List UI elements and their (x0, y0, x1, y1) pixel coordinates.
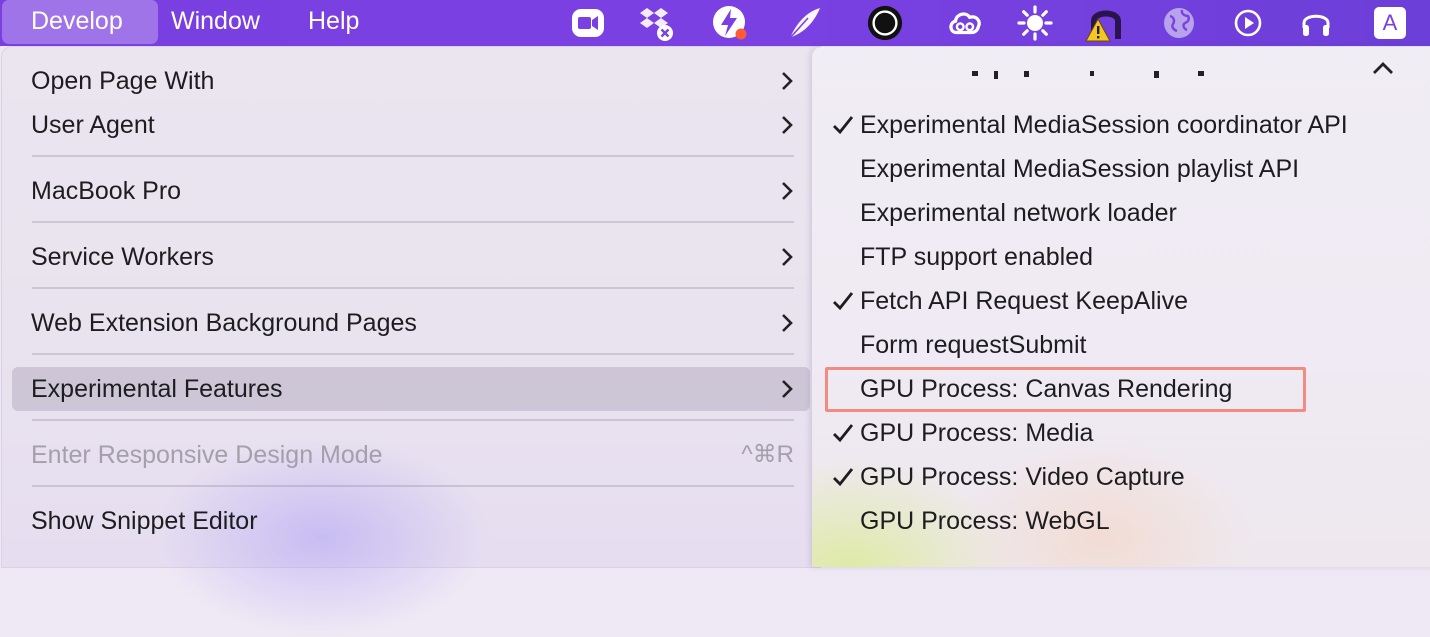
checkmark-icon (832, 455, 854, 499)
zoom-icon[interactable] (569, 4, 607, 42)
scrolled-off-item-fragment (972, 71, 1232, 91)
checkmark-icon (832, 279, 854, 323)
input-method-label: A (1374, 7, 1406, 39)
menu-separator (32, 485, 794, 487)
menu-item-label: User Agent (31, 111, 155, 139)
target-icon[interactable] (866, 4, 904, 42)
feature-item[interactable]: Experimental network loader (824, 191, 1430, 235)
bolt-icon[interactable] (711, 4, 749, 42)
feature-item-label: GPU Process: Media (860, 419, 1094, 447)
feature-item[interactable]: Experimental MediaSession playlist API (824, 147, 1430, 191)
creative-cloud-icon[interactable] (946, 4, 984, 42)
menu-item-show-snippet-editor[interactable]: Show Snippet Editor (12, 499, 810, 543)
chevron-right-icon (780, 235, 794, 279)
feature-item[interactable]: GPU Process: Media (824, 411, 1430, 455)
menu-separator (32, 419, 794, 421)
scroll-up-chevron-icon[interactable] (1370, 57, 1396, 79)
feature-item-label: Form requestSubmit (860, 331, 1087, 359)
globe-icon[interactable] (1160, 4, 1198, 42)
feature-item-label: Experimental network loader (860, 199, 1177, 227)
menu-item-label: Web Extension Background Pages (31, 309, 417, 337)
feature-item[interactable]: FTP support enabled (824, 235, 1430, 279)
menu-item-label: Service Workers (31, 243, 214, 271)
dropbox-icon[interactable] (636, 4, 674, 42)
chevron-right-icon (780, 169, 794, 213)
menu-item-web-extension-background-pages[interactable]: Web Extension Background Pages (12, 301, 810, 345)
menu-separator (32, 155, 794, 157)
feature-item-label: Experimental MediaSession playlist API (860, 155, 1300, 183)
menu-item-service-workers[interactable]: Service Workers (12, 235, 810, 279)
menu-item-enter-responsive-design-mode: Enter Responsive Design Mode ^⌘R (12, 433, 810, 477)
feature-item[interactable]: GPU Process: WebGL (824, 499, 1430, 543)
develop-menu: Open Page With User Agent MacBook Pro Se… (2, 47, 820, 637)
menubar-develop[interactable]: Develop (2, 0, 158, 44)
feature-item[interactable]: Experimental MediaSession coordinator AP… (824, 103, 1430, 147)
feature-item-label: GPU Process: WebGL (860, 507, 1110, 535)
menu-bar: Develop Window Help A (0, 0, 1430, 46)
feature-item-label: Fetch API Request KeepAlive (860, 287, 1188, 315)
menu-item-label: Experimental Features (31, 375, 283, 403)
menu-item-label: MacBook Pro (31, 177, 182, 205)
menu-separator (32, 221, 794, 223)
menu-item-open-page-with[interactable]: Open Page With (12, 59, 810, 103)
experimental-features-submenu: Experimental MediaSession coordinator AP… (812, 47, 1430, 567)
feature-item[interactable]: GPU Process: Video Capture (824, 455, 1430, 499)
checkmark-icon (832, 411, 854, 455)
menu-separator (32, 287, 794, 289)
feature-item[interactable]: Form requestSubmit (824, 323, 1430, 367)
feature-item-label: Experimental MediaSession coordinator AP… (860, 111, 1348, 139)
menu-item-experimental-features[interactable]: Experimental Features (12, 367, 810, 411)
headphones-icon[interactable] (1297, 4, 1335, 42)
menu-separator (32, 353, 794, 355)
menu-item-macbook-pro[interactable]: MacBook Pro (12, 169, 810, 213)
menu-item-label: Open Page With (31, 67, 215, 95)
quill-icon[interactable] (786, 4, 824, 42)
chevron-right-icon (780, 103, 794, 147)
keyboard-shortcut: ^⌘R (741, 441, 794, 468)
feature-item-label: GPU Process: Canvas Rendering (860, 375, 1233, 403)
menu-item-label: Show Snippet Editor (31, 507, 258, 535)
menubar-help[interactable]: Help (294, 0, 373, 44)
feature-item-label: FTP support enabled (860, 243, 1094, 271)
menu-item-user-agent[interactable]: User Agent (12, 103, 810, 147)
play-icon[interactable] (1229, 4, 1267, 42)
chevron-right-icon (780, 367, 794, 411)
feature-item[interactable]: Fetch API Request KeepAlive (824, 279, 1430, 323)
input-method-icon[interactable]: A (1371, 4, 1409, 42)
feature-item-gpu-canvas-rendering[interactable]: GPU Process: Canvas Rendering (824, 367, 1430, 411)
warning-icon[interactable] (1084, 4, 1128, 42)
menu-item-label: Enter Responsive Design Mode (31, 441, 383, 469)
sun-icon[interactable] (1016, 4, 1054, 42)
feature-item-label: GPU Process: Video Capture (860, 463, 1185, 491)
chevron-right-icon (780, 301, 794, 345)
chevron-right-icon (780, 59, 794, 103)
menubar-window[interactable]: Window (157, 0, 274, 44)
checkmark-icon (832, 103, 854, 147)
